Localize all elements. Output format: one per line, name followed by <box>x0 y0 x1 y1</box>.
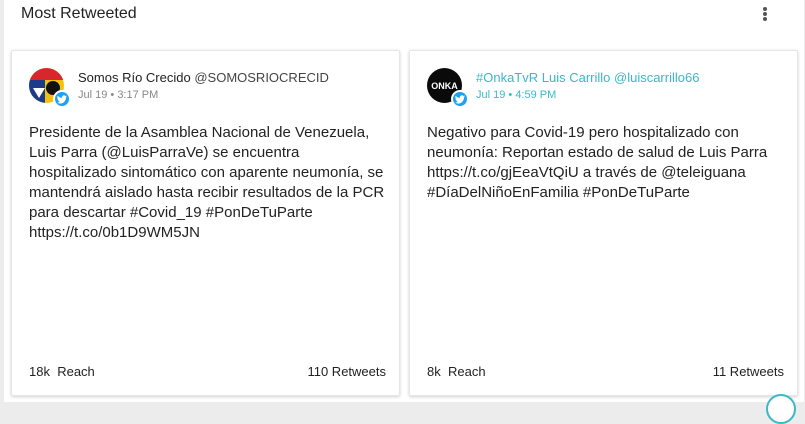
tweet-card[interactable]: Somos Río Crecido @SOMOSRIOCRECID Jul 19… <box>11 50 400 396</box>
reach-value: 18k <box>29 364 50 379</box>
twitter-icon <box>451 90 469 108</box>
svg-text:ONKA: ONKA <box>431 81 458 91</box>
author-name[interactable]: Somos Río Crecido <box>78 70 191 85</box>
reach-label: Reach <box>57 364 95 379</box>
retweets-count: 110 Retweets <box>307 364 386 379</box>
tweet-timestamp[interactable]: Jul 19 • 3:17 PM <box>78 89 158 101</box>
twitter-icon <box>53 90 71 108</box>
reach-label: Reach <box>447 364 486 379</box>
author-handle[interactable]: @luiscarrillo66 <box>614 70 699 85</box>
author-name[interactable]: #OnkaTvR Luis Carrillo <box>476 70 610 85</box>
tweet-text: Presidente de la Asamblea Nacional de Ve… <box>29 124 385 241</box>
reach-stat: 8k Reach <box>427 364 486 379</box>
floating-action-button[interactable] <box>766 394 796 424</box>
reach-value: 8k <box>427 364 441 379</box>
panel-header: Most Retweeted <box>21 4 137 26</box>
retweets-count: 11 Retweets <box>712 364 784 379</box>
tweet-author[interactable]: Somos Río Crecido @SOMOSRIOCRECID <box>78 70 329 85</box>
most-retweeted-panel: Most Retweeted Somos Río Crecido @SOMOSR… <box>4 0 804 424</box>
panel-title: Most Retweeted <box>21 5 137 22</box>
avatar[interactable]: ONKA <box>427 68 469 108</box>
tweet-author[interactable]: #OnkaTvR Luis Carrillo @luiscarrillo66 <box>476 70 699 85</box>
tweet-text: Negativo para Covid-19 pero hospitalizad… <box>427 124 768 201</box>
reach-stat: 18k Reach <box>29 364 95 379</box>
more-vertical-icon[interactable] <box>758 4 772 24</box>
tweet-timestamp[interactable]: Jul 19 • 4:59 PM <box>476 89 556 101</box>
tweet-card[interactable]: ONKA #OnkaTvR Luis Carrillo @luiscarrill… <box>409 50 798 396</box>
tweet-footer: 18k Reach 110 Retweets <box>29 364 386 379</box>
tweet-footer: 8k Reach 11 Retweets <box>427 364 784 379</box>
author-handle[interactable]: @SOMOSRIOCRECID <box>194 70 329 85</box>
avatar[interactable] <box>29 68 71 108</box>
